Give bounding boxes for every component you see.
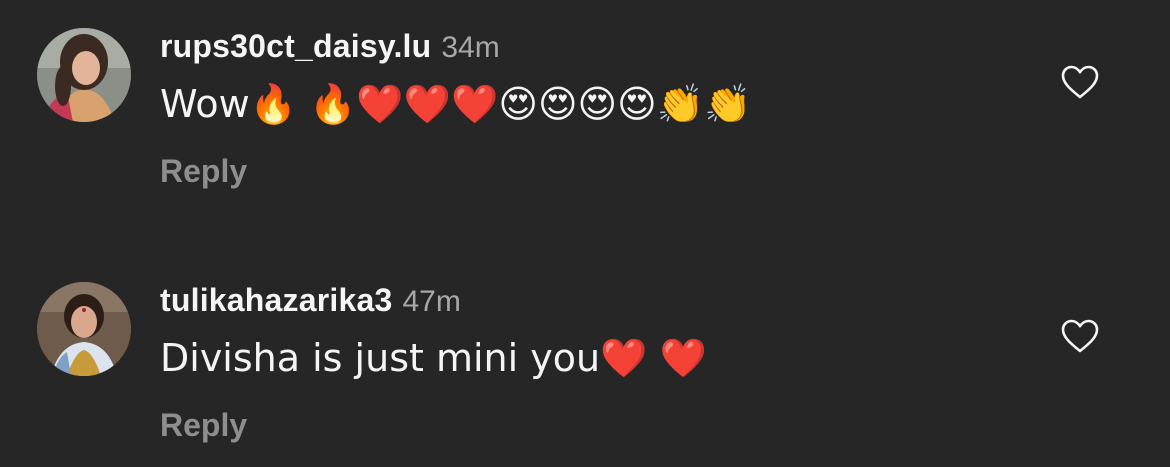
reply-button[interactable]: Reply <box>160 153 247 190</box>
timestamp: 34m <box>441 31 500 64</box>
user-avatar[interactable] <box>37 28 131 122</box>
timestamp: 47m <box>402 285 461 318</box>
heart-icon <box>1061 65 1099 99</box>
user-avatar-photo <box>37 282 131 376</box>
comment-item: tulikahazarika3 47m Divisha is just mini … <box>0 254 1170 454</box>
like-button[interactable] <box>1060 64 1100 100</box>
reply-button[interactable]: Reply <box>160 407 247 444</box>
heart-icon <box>1061 319 1099 353</box>
username[interactable]: tulikahazarika3 <box>160 282 392 318</box>
comment-text: Wow🔥 🔥❤️❤️❤️😍😍😍😍👏👏 <box>160 82 752 126</box>
username[interactable]: rups30ct_daisy.lu <box>160 28 431 64</box>
user-avatar-photo <box>37 28 131 122</box>
comment-item: rups30ct_daisy.lu 34m Wow🔥 🔥❤️❤️❤️😍😍😍😍👏👏 … <box>0 0 1170 200</box>
comment-header: rups30ct_daisy.lu 34m <box>160 26 500 66</box>
comment-text: Divisha is just mini you❤️ ❤️ <box>160 336 707 380</box>
comment-header: tulikahazarika3 47m <box>160 280 461 320</box>
like-button[interactable] <box>1060 318 1100 354</box>
user-avatar[interactable] <box>37 282 131 376</box>
